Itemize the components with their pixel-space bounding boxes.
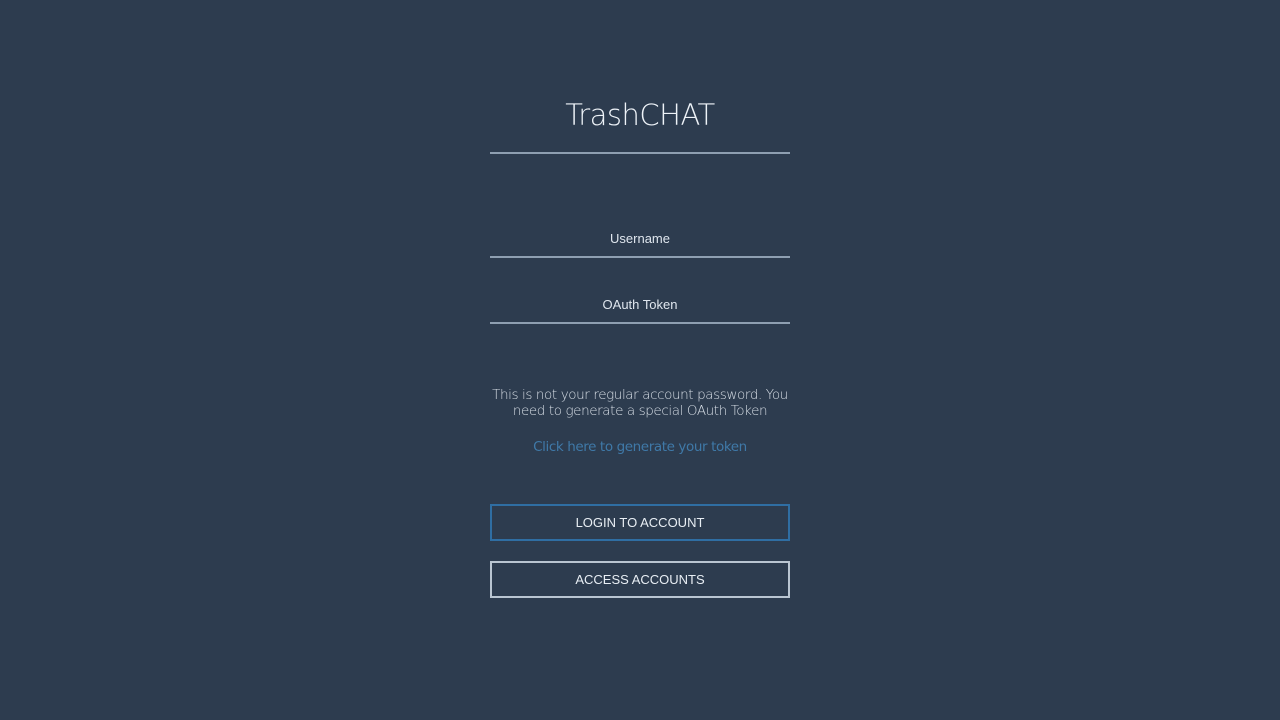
generate-token-link[interactable]: Click here to generate your token bbox=[490, 439, 790, 455]
username-input[interactable] bbox=[490, 220, 790, 258]
access-accounts-button[interactable]: ACCESS ACCOUNTS bbox=[490, 561, 790, 598]
token-help-text: This is not your regular account passwor… bbox=[492, 387, 788, 419]
app-title: TrashCHAT bbox=[565, 98, 715, 132]
oauth-token-input[interactable] bbox=[490, 286, 790, 324]
title-divider bbox=[490, 152, 790, 154]
login-button[interactable]: LOGIN TO ACCOUNT bbox=[490, 504, 790, 541]
